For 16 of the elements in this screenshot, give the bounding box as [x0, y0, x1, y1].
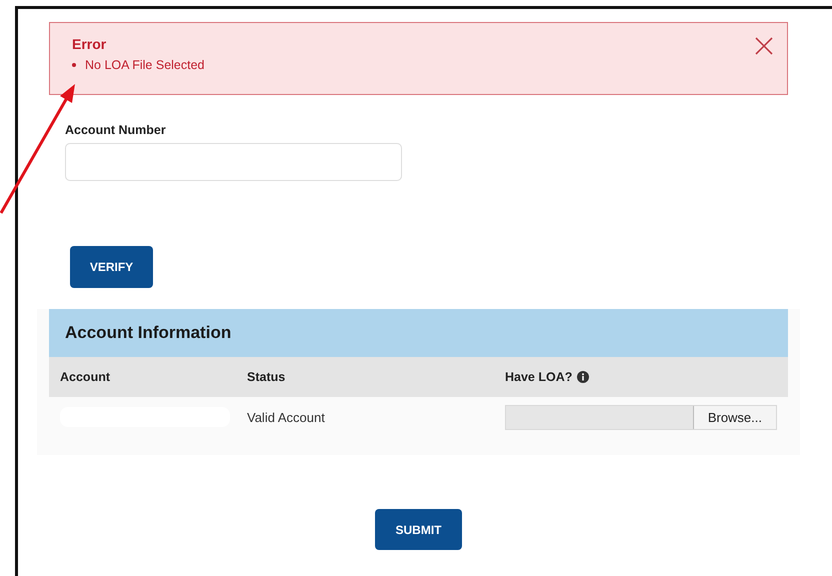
table-cell: Valid Account [247, 410, 325, 424]
alert-message: No LOA File Selected [85, 58, 205, 72]
submit-button[interactable]: SUBMIT [375, 509, 462, 550]
verify-button[interactable]: VERIFY [70, 246, 153, 288]
bullet-icon [72, 63, 76, 67]
alert-title: Error [72, 36, 108, 52]
column-header: Have LOA? [505, 370, 590, 384]
account-number-field[interactable] [65, 143, 402, 181]
browse-button[interactable]: Browse... [692, 406, 776, 428]
column-header: Account [60, 370, 110, 384]
info-icon[interactable] [577, 371, 590, 383]
panel-title: Account Information [65, 323, 232, 343]
field-label: Account Number [65, 123, 166, 137]
column-header: Status [247, 370, 286, 384]
file-input[interactable]: Browse... [505, 404, 777, 430]
close-button[interactable] [753, 35, 775, 57]
